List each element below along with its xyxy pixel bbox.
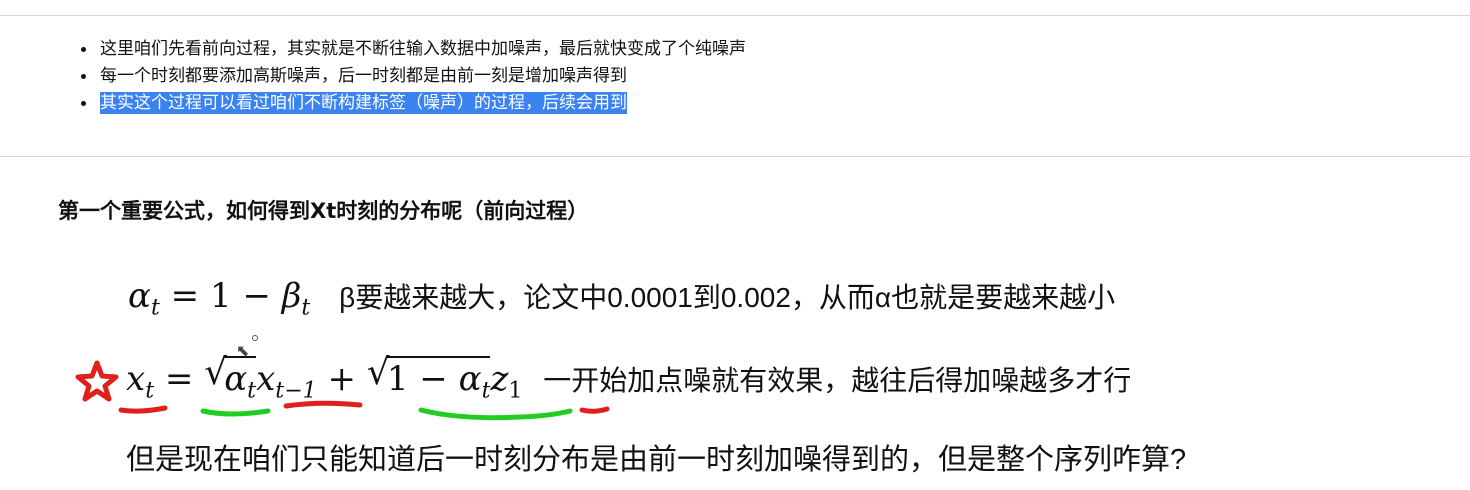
forward-process-formula: xt = √ αtxt−1 + √ 1 − αtz1 — [126, 352, 523, 404]
alpha-beta-formula-line: αt = 1 − βt β要越来越大，论文中0.0001到0.002，从而α也就… — [128, 276, 1115, 321]
green-underline-sqrt-one-minus-alpha — [418, 407, 573, 421]
section-divider — [0, 156, 1470, 157]
forward-process-formula-line: xt = √ αtxt−1 + √ 1 − αtz1 一开始加点噪就有效果，越往后得… — [126, 352, 1132, 404]
question-line: 但是现在咱们只能知道后一时刻分布是由前一时刻加噪得到的，但是整个序列咋算? — [126, 444, 1187, 476]
formula2-note: 一开始加点噪就有效果，越往后得加噪越多才行 — [543, 365, 1132, 396]
bullet-item-1: 这里咱们先看前向过程，其实就是不断往输入数据中加噪声，最后就快变成了个纯噪声 — [78, 36, 1278, 63]
bullet-text[interactable]: 这里咱们先看前向过程，其实就是不断往输入数据中加噪声，最后就快变成了个纯噪声 — [100, 39, 746, 59]
alpha-beta-formula: αt = 1 − βt — [128, 276, 311, 321]
formula1-note: β要越来越大，论文中0.0001到0.002，从而α也就是要越来越小 — [339, 282, 1116, 313]
bullet-list: 这里咱们先看前向过程，其实就是不断往输入数据中加噪声，最后就快变成了个纯噪声 每… — [78, 36, 1278, 117]
red-underline-xt — [118, 405, 168, 414]
bullet-dot — [81, 101, 86, 106]
green-underline-sqrt-alpha — [200, 408, 271, 417]
bullet-item-3: 其实这个过程可以看过咱们不断构建标签（噪声）的过程，后续会用到 — [78, 90, 1278, 117]
bullet-text[interactable]: 每一个时刻都要添加高斯噪声，后一时刻都是由前一刻是增加噪声得到 — [100, 66, 627, 86]
top-divider — [0, 15, 1470, 16]
mouse-cursor-icon: ⬉ — [236, 341, 250, 360]
star-icon — [75, 360, 119, 402]
bullet-dot — [81, 47, 86, 52]
red-underline-z1 — [579, 406, 610, 414]
selected-bullet-text[interactable]: 其实这个过程可以看过咱们不断构建标签（噪声）的过程，后续会用到 — [100, 92, 627, 114]
section-title: 第一个重要公式，如何得到Xt时刻的分布呢（前向过程） — [58, 199, 589, 223]
bullet-item-2: 每一个时刻都要添加高斯噪声，后一时刻都是由前一刻是增加噪声得到 — [78, 63, 1278, 90]
bullet-dot — [81, 74, 86, 79]
cursor-ring — [252, 335, 258, 341]
